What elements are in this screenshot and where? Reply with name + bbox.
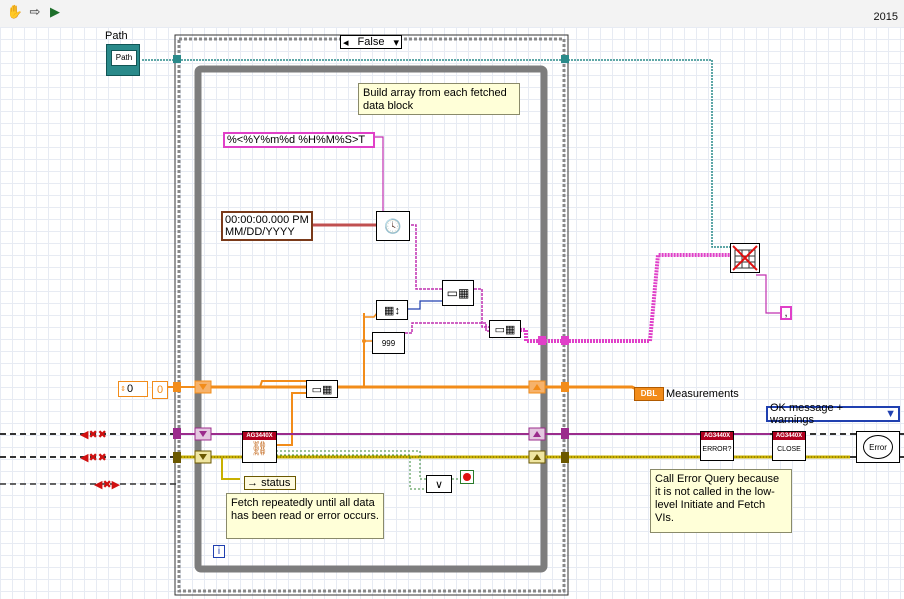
fetch-tag: AG3440X [243, 432, 276, 440]
close-subvi[interactable]: AG3440X CLOSE [772, 431, 806, 461]
block-diagram[interactable]: ◀✖✖ ◀✖✖ ◀✖▶ Path Path ◂ False ▾ Build ar… [0, 27, 904, 599]
spinner-icon[interactable]: ⇕ [119, 385, 127, 393]
number-to-string-node[interactable]: 999 [372, 332, 405, 354]
or-node[interactable]: ∨ [426, 475, 452, 493]
array-size-wire [408, 300, 442, 310]
fetch-icon: ⛓ [250, 440, 269, 456]
close-tag: AG3440X [773, 432, 805, 440]
clock-icon: 🕓 [384, 217, 402, 234]
array-size-icon: ▦↕ [384, 304, 400, 317]
path-tunnel [173, 55, 181, 63]
version-label: 2015 [873, 11, 898, 23]
error-query-tag: AG3440X [701, 432, 733, 440]
timestamp-line1: 00:00:00.000 PM [225, 214, 309, 226]
broken-wire-icon: ◀✖✖ ◀✖✖ ◀✖▶ [80, 428, 121, 491]
error-handler-subvi[interactable]: Error [856, 431, 900, 463]
or-icon: ∨ [434, 478, 444, 491]
broken-vi-icon [732, 245, 758, 271]
build-array-node-2[interactable]: ▭▦ [489, 320, 521, 338]
build-array-note: Build array from each fetched data block [358, 83, 520, 115]
arrow-right-icon: → [247, 477, 258, 489]
case-selector[interactable]: ◂ False ▾ [340, 35, 402, 49]
case-selector-value: False [357, 36, 385, 48]
timestamp-line2: MM/DD/YYYY [225, 226, 295, 238]
error-query-text: ERROR? [702, 446, 732, 453]
format-date-time-node[interactable]: 🕓 [376, 211, 410, 241]
fetch-subvi[interactable]: AG3440X ⛓ [242, 431, 277, 463]
number-string-wire [405, 322, 492, 334]
fetch-repeatedly-note: Fetch repeatedly until all data has been… [226, 493, 384, 539]
measurements-label: Measurements [666, 388, 739, 400]
measurements-indicator[interactable]: DBL [634, 387, 664, 401]
timestamp-constant[interactable]: 00:00:00.000 PM MM/DD/YYYY [221, 211, 313, 241]
build-array-icon: ▭▦ [494, 323, 516, 336]
numeric-value: 0 [127, 383, 134, 395]
arrow-right-icon[interactable]: ⇨ [26, 3, 44, 21]
path-icon-text: Path [111, 50, 137, 66]
iteration-terminal: i [213, 545, 225, 558]
format-string-constant[interactable]: %<%Y%m%d %H%M%S>T [223, 132, 375, 148]
svg-text:◀✖▶: ◀✖▶ [94, 478, 121, 491]
numeric-index[interactable]: 0 [152, 381, 168, 399]
svg-text:◀✖✖: ◀✖✖ [80, 428, 107, 441]
status-unbundle[interactable]: → status [244, 476, 296, 490]
error-dialog-ring[interactable]: OK message + warnings ▼ [766, 402, 900, 426]
build-array-node-1[interactable]: ▭▦ [442, 280, 474, 306]
run-highlight-icon[interactable]: ▶ [46, 3, 64, 21]
string-tunnel [538, 336, 546, 345]
delimiter-wire [756, 274, 780, 314]
call-error-query-note: Call Error Query because it is not calle… [650, 469, 792, 533]
path-label: Path [105, 30, 128, 42]
format-wire [375, 136, 384, 212]
build-array-node-3[interactable]: ▭▦ [306, 380, 338, 398]
stop-icon [463, 473, 471, 481]
2d-string-wire [520, 253, 730, 343]
time-string-wire [411, 224, 442, 290]
error-query-subvi[interactable]: AG3440X ERROR? [700, 431, 734, 461]
number-format-icon: 999 [381, 338, 396, 348]
status-wire [221, 457, 240, 480]
measurements-wire [210, 385, 646, 395]
write-spreadsheet-node[interactable] [730, 243, 760, 273]
path-control[interactable]: Path [106, 44, 140, 76]
bool-wire [276, 450, 426, 480]
svg-text:◀✖✖: ◀✖✖ [80, 451, 107, 464]
numeric-control[interactable]: ⇕ 0 [118, 381, 148, 397]
error-dialog-option: OK message + warnings [770, 402, 844, 426]
toolbar: ✋ ⇨ ▶ 2015 [0, 0, 904, 27]
chevron-down-icon[interactable]: ▼ [885, 408, 896, 420]
stop-terminal[interactable] [460, 470, 474, 484]
delimiter-constant[interactable]: , [780, 306, 792, 320]
close-text: CLOSE [777, 446, 801, 453]
array-size-node[interactable]: ▦↕ [376, 300, 408, 320]
build-array-icon: ▭▦ [446, 286, 470, 300]
build-array-icon: ▭▦ [311, 383, 333, 396]
chevron-left-icon[interactable]: ◂ [343, 36, 349, 49]
numeric-tunnel [173, 382, 181, 392]
hand-icon[interactable]: ✋ [6, 3, 24, 21]
error-handler-text: Error [863, 435, 893, 459]
status-label: status [261, 477, 291, 489]
chevron-down-icon[interactable]: ▾ [393, 36, 399, 49]
data-block-wire [338, 313, 365, 388]
